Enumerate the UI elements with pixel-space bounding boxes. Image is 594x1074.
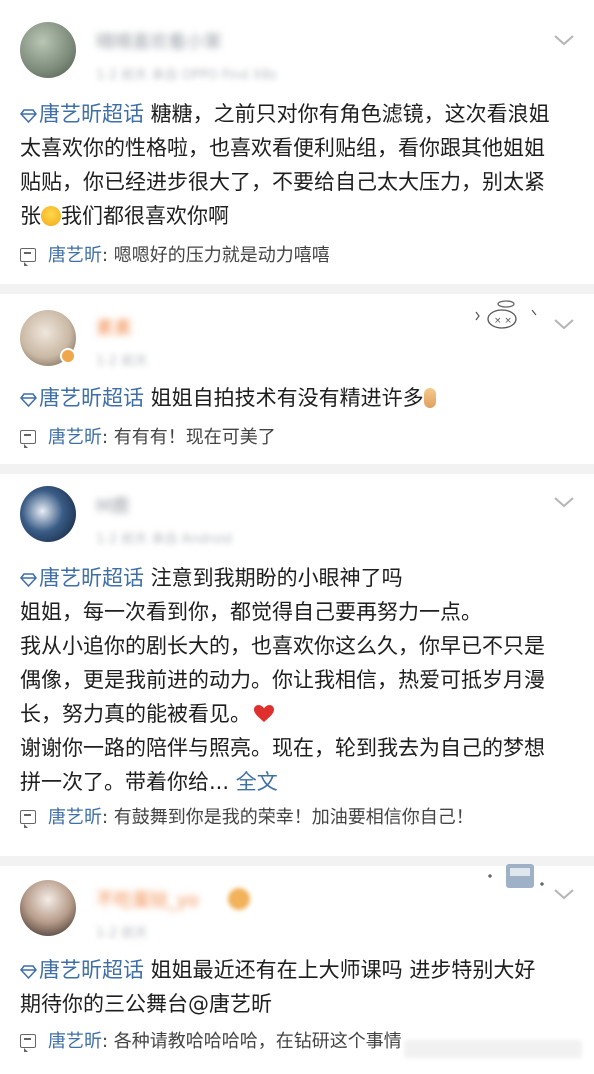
reply-text: 各种请教哈哈哈哈，在钻研这个事情 [113, 1031, 402, 1052]
comment-text: 唐艺昕超话 注意到我期盼的小眼神了吗 姐姐，每一次看到你，都觉得自己要再努力一点… [20, 566, 545, 794]
comment-reply-icon [20, 430, 36, 448]
blush-emoji-icon [41, 206, 61, 226]
topic-link[interactable]: 唐艺昕超话 [20, 102, 144, 126]
comment-reply-icon [20, 1034, 36, 1052]
reply-row[interactable]: 唐艺昕: 有有有！现在可美了 [20, 425, 276, 451]
reply-author[interactable]: 唐艺昕 [48, 807, 102, 828]
comment-card[interactable]: M鹿 1-2 前天 来自 Android 唐艺昕超话 注意到我期盼的小眼神了吗 … [0, 474, 594, 856]
comment-text: 唐艺昕超话 糖糖，之前只对你有角色滤镜，这次看浪姐 太喜欢你的性格啦，也喜欢看便… [20, 102, 550, 228]
svg-text:× ×: × × [494, 316, 512, 326]
watermark [404, 1040, 582, 1058]
comment-reply-icon [20, 248, 36, 266]
avatar[interactable] [20, 22, 76, 78]
reply-text: 嗯嗯好的压力就是动力嘻嘻 [113, 245, 330, 266]
topic-link[interactable]: 唐艺昕超话 [20, 958, 144, 982]
topic-link[interactable]: 唐艺昕超话 [20, 566, 144, 590]
reply-row[interactable]: 唐艺昕: 有鼓舞到你是我的荣幸！加油要相信你自己！ [20, 805, 474, 831]
chevron-down-icon[interactable] [552, 886, 576, 902]
user-name[interactable]: M鹿 [96, 492, 130, 518]
user-name[interactable]: 不吃蛋挞_yo [96, 886, 199, 912]
chevron-down-icon[interactable] [552, 316, 576, 332]
badge-dot [60, 348, 76, 364]
comment-meta: 1-2 前天 [96, 354, 148, 369]
user-name[interactable]: 素素 [96, 314, 132, 340]
comment-text: 唐艺昕超话 姐姐最近还有在上大师课吗 进步特别大好 期待你的三公舞台@唐艺昕 [20, 958, 536, 1016]
separator [0, 464, 594, 474]
avatar[interactable] [20, 486, 76, 542]
comment-card[interactable]: 素素 1-2 前天 × × 唐艺昕超话 姐姐自拍技术有没有精进许多 唐艺昕: 有… [0, 294, 594, 464]
chevron-down-icon[interactable] [552, 32, 576, 48]
heart-icon [254, 705, 274, 722]
reply-text: 有有有！现在可美了 [113, 427, 276, 448]
chevron-down-icon[interactable] [552, 494, 576, 510]
separator [0, 284, 594, 294]
reply-author[interactable]: 唐艺昕 [48, 1031, 102, 1052]
reply-row[interactable]: 唐艺昕: 嗯嗯好的压力就是动力嘻嘻 [20, 243, 330, 269]
reply-author[interactable]: 唐艺昕 [48, 427, 102, 448]
diamond-topic-icon [20, 393, 37, 407]
reply-author[interactable]: 唐艺昕 [48, 245, 102, 266]
reply-text: 有鼓舞到你是我的荣幸！加油要相信你自己！ [113, 807, 474, 828]
read-more-link[interactable]: 全文 [236, 770, 278, 794]
comment-card[interactable]: 晴晴喜欢看小笨 1-2 前天 来自 OPPO Find X8s 唐艺昕超话 糖糖… [0, 0, 594, 284]
comment-text: 唐艺昕超话 姐姐自拍技术有没有精进许多 [20, 381, 580, 415]
comment-meta: 1-2 前天 来自 Android [96, 532, 232, 547]
diamond-topic-icon [20, 965, 37, 979]
diamond-topic-icon [20, 109, 37, 123]
comment-meta: 1-2 前天 来自 OPPO Find X8s [96, 68, 277, 83]
level-badge-icon [228, 888, 250, 910]
comment-meta: 1-2 前天 [96, 926, 148, 941]
reply-row[interactable]: 唐艺昕: 各种请教哈哈哈哈，在钻研这个事情 [20, 1029, 402, 1055]
diamond-topic-icon [20, 573, 37, 587]
sticker-decoration-icon [488, 864, 544, 888]
fingers-crossed-emoji-icon [423, 388, 436, 408]
user-name[interactable]: 晴晴喜欢看小笨 [96, 28, 222, 54]
avatar[interactable] [20, 880, 76, 936]
comment-card[interactable]: 不吃蛋挞_yo 1-2 前天 唐艺昕超话 姐姐最近还有在上大师课吗 进步特别大好… [0, 864, 594, 1074]
topic-link[interactable]: 唐艺昕超话 [20, 386, 144, 410]
angel-sticker-icon: × × [475, 300, 537, 329]
comment-reply-icon [20, 810, 36, 828]
